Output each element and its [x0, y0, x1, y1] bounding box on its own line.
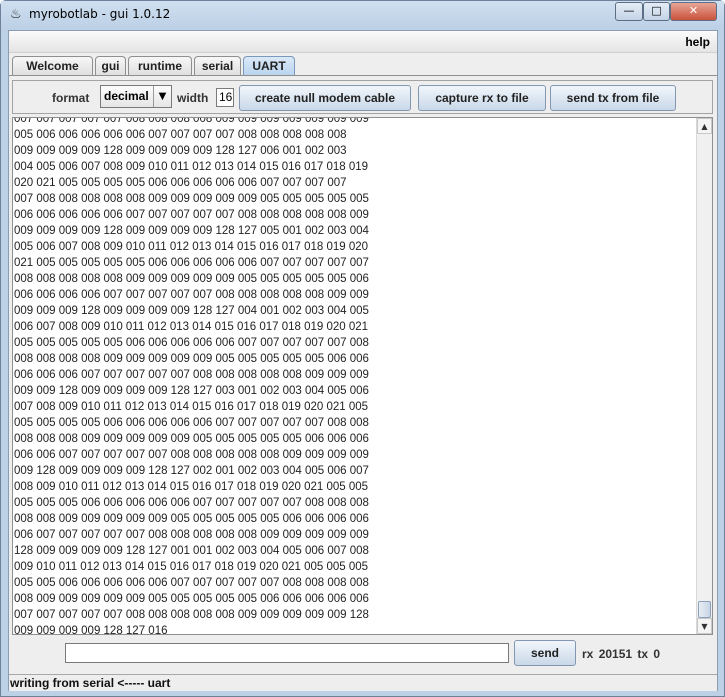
log-line: 005 005 006 006 006 006 006 007 007 007 …: [14, 577, 369, 589]
width-label: width: [177, 91, 209, 105]
log-line: 009 009 009 128 009 009 009 009 128 127 …: [14, 305, 369, 317]
log-line: 007 008 009 010 011 012 013 014 015 016 …: [14, 401, 369, 413]
chevron-down-icon[interactable]: ▼: [153, 86, 171, 107]
log-line: 008 009 009 009 009 009 005 005 005 005 …: [14, 593, 369, 605]
log-line: 009 128 009 009 009 009 128 127 002 001 …: [14, 465, 369, 477]
log-line: 006 007 008 009 010 011 012 013 014 015 …: [14, 321, 369, 333]
log-line: 005 006 007 008 009 010 011 012 013 014 …: [14, 241, 369, 253]
log-line: 009 009 009 009 128 127 016: [14, 625, 168, 635]
log-line: 008 008 008 008 009 009 009 009 009 005 …: [14, 353, 369, 365]
log-line: 008 008 008 008 008 009 009 009 009 009 …: [14, 273, 369, 285]
log-line: 005 005 005 005 006 006 006 006 006 007 …: [14, 417, 369, 429]
tx-label: tx: [637, 647, 649, 661]
log-line: 009 010 011 012 013 014 015 016 017 018 …: [14, 561, 369, 573]
tx-count: 0: [653, 647, 661, 661]
capture-rx-to-file-button[interactable]: capture rx to file: [418, 85, 546, 111]
minimize-button[interactable]: —: [615, 2, 643, 21]
window-title: myrobotlab - gui 1.0.12: [29, 7, 171, 21]
log-line: 004 005 006 007 008 009 010 011 012 013 …: [14, 161, 369, 173]
log-line: 021 005 005 005 005 005 006 006 006 006 …: [14, 257, 369, 269]
rx-tx-counters: rx 20151 tx 0: [582, 647, 660, 661]
format-label: format: [52, 91, 90, 105]
vertical-scrollbar[interactable]: ▲ ▼: [696, 118, 712, 634]
title-bar[interactable]: ♨ myrobotlab - gui 1.0.12 — □ ✕: [1, 1, 724, 29]
uart-log-textarea[interactable]: 007 007 007 007 007 008 008 008 008 009 …: [12, 117, 713, 635]
menu-bar: help: [9, 31, 717, 53]
tab-runtime[interactable]: runtime: [128, 56, 192, 76]
tab-serial[interactable]: serial: [194, 56, 241, 76]
status-bar: writing from serial <----- uart: [9, 674, 717, 691]
log-lines: 007 007 007 007 007 008 008 008 008 009 …: [14, 117, 694, 635]
width-input[interactable]: 16: [216, 88, 234, 107]
log-line: 005 005 005 005 005 006 006 006 006 006 …: [14, 337, 369, 349]
log-line: 008 008 008 009 009 009 009 009 005 005 …: [14, 433, 369, 445]
tab-welcome[interactable]: Welcome: [12, 56, 93, 76]
format-select[interactable]: decimal ▼: [100, 85, 172, 108]
log-line: 008 008 009 009 009 009 009 005 005 005 …: [14, 513, 369, 525]
client-area: help Welcome gui runtime serial UART for…: [8, 30, 718, 691]
log-line: 005 005 005 006 006 006 006 006 007 007 …: [14, 497, 369, 509]
send-text-input[interactable]: [65, 643, 509, 663]
app-window: ♨ myrobotlab - gui 1.0.12 — □ ✕ help Wel…: [0, 0, 725, 697]
send-button[interactable]: send: [514, 640, 576, 666]
scroll-down-icon[interactable]: ▼: [697, 618, 712, 634]
log-line: 020 021 005 005 005 005 006 006 006 006 …: [14, 177, 347, 189]
log-line: 006 006 006 007 007 007 007 007 008 008 …: [14, 369, 369, 381]
scroll-up-icon[interactable]: ▲: [697, 118, 712, 134]
log-line: 009 009 009 009 128 009 009 009 009 128 …: [14, 225, 369, 237]
log-line: 009 009 009 009 128 009 009 009 009 128 …: [14, 145, 347, 157]
send-tx-from-file-button[interactable]: send tx from file: [550, 85, 676, 111]
log-line: 006 006 007 007 007 007 007 008 008 008 …: [14, 449, 369, 461]
format-select-value: decimal: [104, 89, 149, 103]
create-null-modem-cable-button[interactable]: create null modem cable: [239, 85, 411, 111]
tab-uart[interactable]: UART: [243, 56, 295, 76]
log-line: 005 006 006 006 006 006 007 007 007 007 …: [14, 129, 347, 141]
scroll-thumb[interactable]: [698, 601, 711, 618]
tab-panel-border: [9, 75, 717, 76]
uart-toolbar: format decimal ▼ width 16 create null mo…: [12, 80, 713, 114]
java-app-icon: ♨: [10, 7, 22, 22]
log-line: 007 007 007 007 007 008 008 008 008 008 …: [14, 609, 369, 621]
log-line: 007 007 007 007 007 008 008 008 008 009 …: [14, 117, 369, 125]
log-line: 006 006 006 006 006 007 007 007 007 007 …: [14, 209, 369, 221]
close-button[interactable]: ✕: [670, 2, 717, 21]
maximize-button[interactable]: □: [643, 2, 670, 21]
log-line: 006 007 007 007 007 007 008 008 008 008 …: [14, 529, 369, 541]
tab-gui[interactable]: gui: [95, 56, 126, 76]
help-menu[interactable]: help: [685, 35, 710, 49]
rx-count: 20151: [598, 647, 633, 661]
log-line: 008 009 010 011 012 013 014 015 016 017 …: [14, 481, 369, 493]
log-line: 009 009 128 009 009 009 009 128 127 003 …: [14, 385, 369, 397]
log-line: 007 008 008 008 008 008 009 009 009 009 …: [14, 193, 369, 205]
log-line: 128 009 009 009 009 128 127 001 001 002 …: [14, 545, 369, 557]
rx-label: rx: [582, 647, 594, 661]
log-line: 006 006 006 006 007 007 007 007 007 008 …: [14, 289, 369, 301]
